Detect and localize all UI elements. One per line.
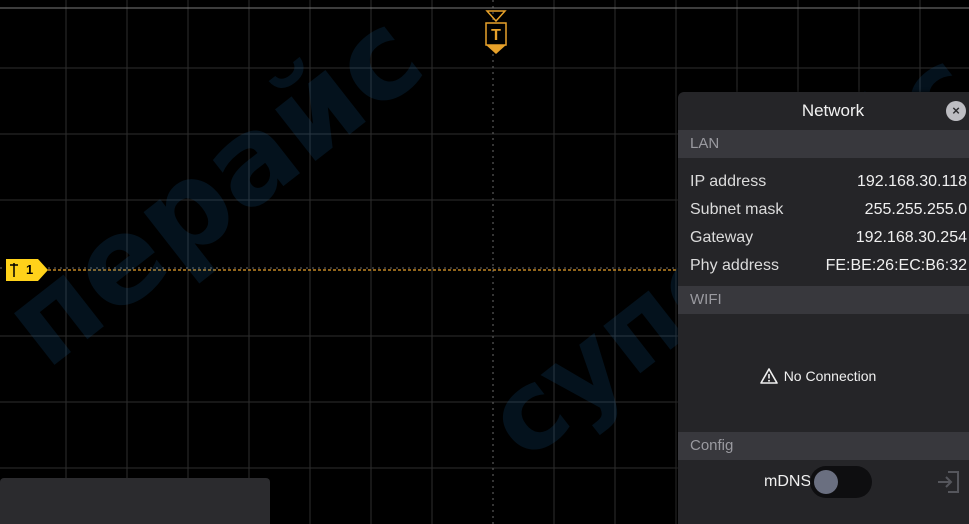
ip-address-row: IP address 192.168.30.118 <box>690 168 967 196</box>
config-body: mDNS <box>678 460 969 520</box>
warning-icon <box>759 368 778 384</box>
network-dialog: Network × LAN IP address 192.168.30.118 … <box>678 92 969 524</box>
dialog-header: Network × <box>678 92 969 130</box>
trigger-label: T <box>491 27 501 44</box>
subnet-mask-label: Subnet mask <box>690 201 784 218</box>
gateway-label: Gateway <box>690 229 754 246</box>
phy-address-row: Phy address FE:BE:26:EC:B6:32 <box>690 252 967 280</box>
toggle-knob <box>814 470 838 494</box>
wifi-section-header: WIFI <box>678 286 969 314</box>
dialog-title: Network <box>801 101 865 120</box>
mdns-label: mDNS <box>764 473 812 490</box>
wifi-status-text: No Connection <box>783 368 877 384</box>
bottom-info-panel <box>0 478 270 524</box>
exit-icon[interactable] <box>934 468 962 496</box>
config-section-header: Config <box>678 432 969 460</box>
phy-address-value: FE:BE:26:EC:B6:32 <box>825 257 967 274</box>
oscilloscope-screen: перайс суперайс T 1 Network × LAN IP add… <box>0 0 969 524</box>
gateway-row: Gateway 192.168.30.254 <box>690 224 967 252</box>
mdns-toggle[interactable] <box>810 466 872 498</box>
ip-address-value: 192.168.30.118 <box>856 173 967 190</box>
ip-address-label: IP address <box>690 173 767 190</box>
subnet-mask-row: Subnet mask 255.255.255.0 <box>690 196 967 224</box>
lan-info: IP address 192.168.30.118 Subnet mask 25… <box>678 158 969 286</box>
subnet-mask-value: 255.255.255.0 <box>864 201 967 218</box>
wifi-status: No Connection <box>678 368 958 384</box>
lan-section-header: LAN <box>678 130 969 158</box>
trigger-position-marker[interactable]: T <box>483 10 509 56</box>
close-icon[interactable]: × <box>946 101 966 121</box>
phy-address-label: Phy address <box>690 257 779 274</box>
gateway-value: 192.168.30.254 <box>855 229 967 246</box>
wifi-info: No Connection <box>678 314 969 432</box>
channel1-label: 1 <box>26 262 34 277</box>
